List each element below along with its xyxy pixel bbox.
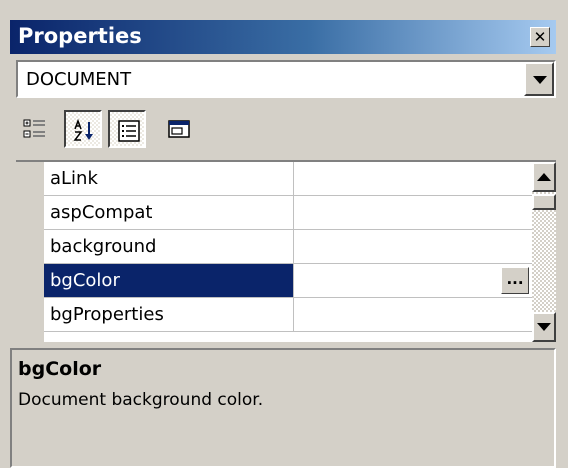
property-pages-button[interactable] (160, 110, 198, 148)
scroll-down-button[interactable] (532, 312, 556, 342)
close-icon: ✕ (533, 28, 547, 46)
grid-gutter (16, 162, 44, 342)
property-value[interactable] (295, 196, 532, 229)
close-button[interactable]: ✕ (530, 27, 550, 47)
property-name: background (44, 230, 294, 263)
chevron-down-icon (537, 323, 551, 331)
scroll-thumb[interactable] (532, 194, 556, 210)
property-row-alink[interactable]: aLink (44, 162, 532, 196)
window-title: Properties (18, 24, 142, 48)
property-name: aLink (44, 162, 294, 195)
categorized-button[interactable] (16, 110, 54, 148)
ellipsis-button[interactable]: ... (501, 267, 529, 294)
property-name: aspCompat (44, 196, 294, 229)
property-row-bgcolor[interactable]: bgColor ... (44, 264, 532, 298)
object-selector[interactable]: DOCUMENT (16, 60, 556, 98)
chevron-down-icon (533, 76, 547, 84)
title-bar: Properties ✕ (10, 20, 556, 54)
properties-icon (118, 120, 140, 142)
property-row-background[interactable]: background (44, 230, 532, 264)
properties-panel: Properties ✕ DOCUMENT aLink aspCompat ba… (0, 0, 568, 468)
alphabetical-button[interactable] (64, 110, 102, 148)
description-title: bgColor (18, 358, 102, 380)
properties-view-button[interactable] (108, 110, 146, 148)
scroll-up-button[interactable] (532, 162, 556, 192)
object-selector-dropdown-button[interactable] (524, 62, 554, 96)
categorized-icon (23, 119, 45, 138)
property-row-aspcompat[interactable]: aspCompat (44, 196, 532, 230)
alphabetical-sort-icon (73, 119, 93, 141)
chevron-up-icon (537, 173, 551, 181)
property-name: bgProperties (44, 298, 294, 331)
description-pane: bgColor Document background color. (10, 348, 556, 468)
property-row-bgproperties[interactable]: bgProperties (44, 298, 532, 332)
vertical-scrollbar[interactable] (532, 162, 556, 342)
object-selector-value: DOCUMENT (26, 69, 132, 90)
property-value[interactable]: ... (295, 264, 532, 297)
property-value[interactable] (295, 162, 532, 195)
property-value[interactable] (295, 298, 532, 331)
description-text: Document background color. (18, 390, 264, 410)
property-value[interactable] (295, 230, 532, 263)
toolbar (16, 104, 556, 154)
property-grid: aLink aspCompat background bgColor ... b… (16, 160, 556, 342)
property-name: bgColor (44, 264, 294, 297)
property-pages-icon (168, 120, 190, 138)
